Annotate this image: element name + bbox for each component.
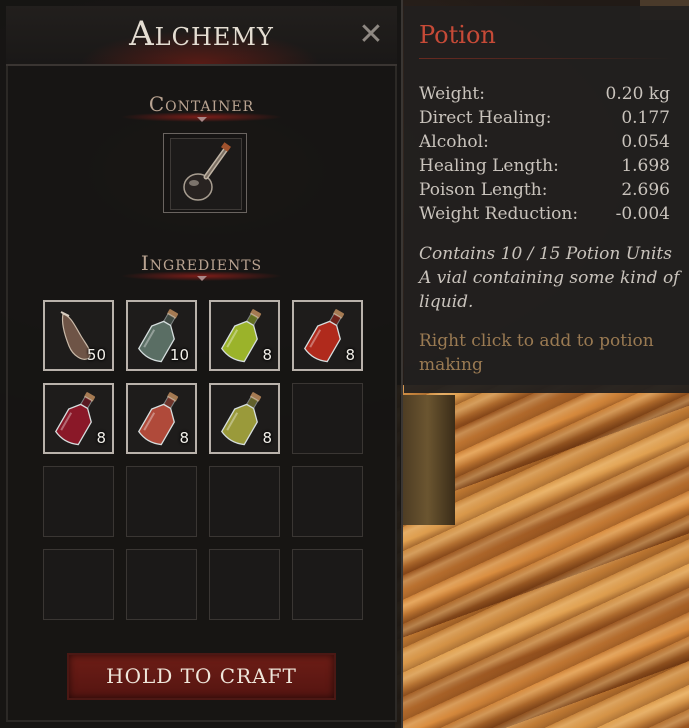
ingredient-slot[interactable]: 10 [126, 300, 197, 371]
ingredient-count: 8 [96, 429, 106, 447]
stat-row: Alcohol: 0.054 [419, 132, 670, 156]
curtain [400, 395, 455, 525]
empty-ingredient-slot[interactable] [209, 549, 280, 620]
empty-ingredient-slot[interactable] [209, 466, 280, 537]
container-slot[interactable] [163, 133, 247, 213]
hold-to-craft-button[interactable]: HOLD TO CRAFT [67, 653, 336, 700]
stat-label: Weight Reduction: [419, 204, 579, 224]
ingredient-count: 10 [169, 346, 189, 364]
container-label-arrow [197, 117, 207, 122]
ingredient-count: 8 [262, 429, 272, 447]
ingredient-count: 50 [86, 346, 106, 364]
ingredient-slot[interactable]: 8 [209, 300, 280, 371]
ingredient-count: 8 [262, 346, 272, 364]
ingredient-slot[interactable]: 50 [43, 300, 114, 371]
stat-label: Direct Healing: [419, 108, 552, 128]
close-icon: ✕ [358, 17, 384, 52]
ingredient-slot[interactable]: 8 [43, 383, 114, 454]
stat-row: Healing Length: 1.698 [419, 156, 670, 180]
close-button[interactable]: ✕ [356, 20, 386, 50]
tooltip-hint: Right click to add to potion making [419, 331, 654, 375]
container-label: Container [148, 92, 255, 116]
stat-label: Weight: [419, 84, 485, 104]
item-tooltip: Potion Weight: 0.20 kg Direct Healing: 0.17… [404, 6, 689, 393]
empty-ingredient-slot[interactable] [43, 549, 114, 620]
stat-value: -0.004 [615, 204, 670, 224]
stat-row: Poison Length: 2.696 [419, 180, 670, 204]
empty-ingredient-slot[interactable] [292, 466, 363, 537]
ingredients-label: Ingredients [140, 251, 263, 275]
empty-ingredient-slot[interactable] [126, 549, 197, 620]
stat-value: 0.20 kg [605, 84, 670, 104]
empty-ingredient-slot[interactable] [292, 383, 363, 454]
ingredient-count: 8 [179, 429, 189, 447]
stat-value: 1.698 [621, 156, 670, 176]
flask-icon [183, 142, 231, 201]
empty-ingredient-slot[interactable] [126, 466, 197, 537]
stat-label: Alcohol: [419, 132, 489, 152]
tooltip-description: Contains 10 / 15 Potion Units A vial con… [419, 244, 680, 312]
ingredient-slot[interactable]: 8 [209, 383, 280, 454]
empty-ingredient-slot[interactable] [292, 549, 363, 620]
stat-row: Weight: 0.20 kg [419, 84, 670, 108]
empty-ingredient-slot[interactable] [43, 466, 114, 537]
ingredients-label-arrow [197, 276, 207, 281]
ingredient-slot[interactable]: 8 [292, 300, 363, 371]
stat-value: 0.054 [621, 132, 670, 152]
tooltip-divider [419, 58, 674, 59]
alchemy-panel: Alchemy ✕ Container Ingredients 50 10 8 8 8 8… [0, 0, 403, 728]
stat-value: 0.177 [621, 108, 670, 128]
ingredient-count: 8 [345, 346, 355, 364]
stat-label: Healing Length: [419, 156, 559, 176]
stat-row: Direct Healing: 0.177 [419, 108, 670, 132]
stat-value: 2.696 [621, 180, 670, 200]
tooltip-title: Potion [419, 21, 496, 49]
stat-label: Poison Length: [419, 180, 548, 200]
panel-title: Alchemy [129, 14, 274, 54]
stat-row: Weight Reduction: -0.004 [419, 204, 670, 228]
ingredient-slot[interactable]: 8 [126, 383, 197, 454]
